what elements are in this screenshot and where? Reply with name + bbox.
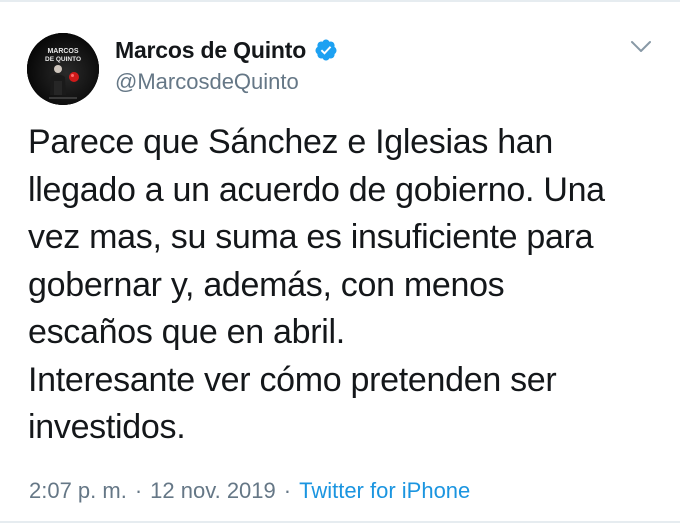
- tweet-date[interactable]: 12 nov. 2019: [150, 478, 276, 504]
- avatar-text-line-1: MARCOS: [47, 48, 78, 55]
- verified-badge-icon: [315, 39, 337, 61]
- avatar[interactable]: MARCOS DE QUINTO: [27, 33, 99, 105]
- tweet-meta: 2:07 p. m. · 12 nov. 2019 · Twitter for …: [29, 476, 470, 506]
- meta-separator-2: ·: [283, 478, 292, 503]
- avatar-text-line-2: DE QUINTO: [45, 56, 81, 63]
- meta-separator-1: ·: [134, 478, 143, 503]
- author-handle[interactable]: @MarcosdeQuinto: [115, 69, 299, 95]
- tweet-time[interactable]: 2:07 p. m.: [29, 478, 127, 504]
- chevron-down-icon[interactable]: [628, 37, 654, 57]
- tweet-source-link[interactable]: Twitter for iPhone: [299, 478, 470, 504]
- author-display-name[interactable]: Marcos de Quinto: [115, 37, 306, 64]
- tweet-card: MARCOS DE QUINTO Marcos de Quinto @Marco…: [0, 0, 680, 523]
- avatar-image: MARCOS DE QUINTO: [27, 33, 99, 105]
- author-name-row: Marcos de Quinto: [115, 35, 338, 65]
- tweet-text: Parece que Sánchez e Iglesias han llegad…: [28, 123, 605, 446]
